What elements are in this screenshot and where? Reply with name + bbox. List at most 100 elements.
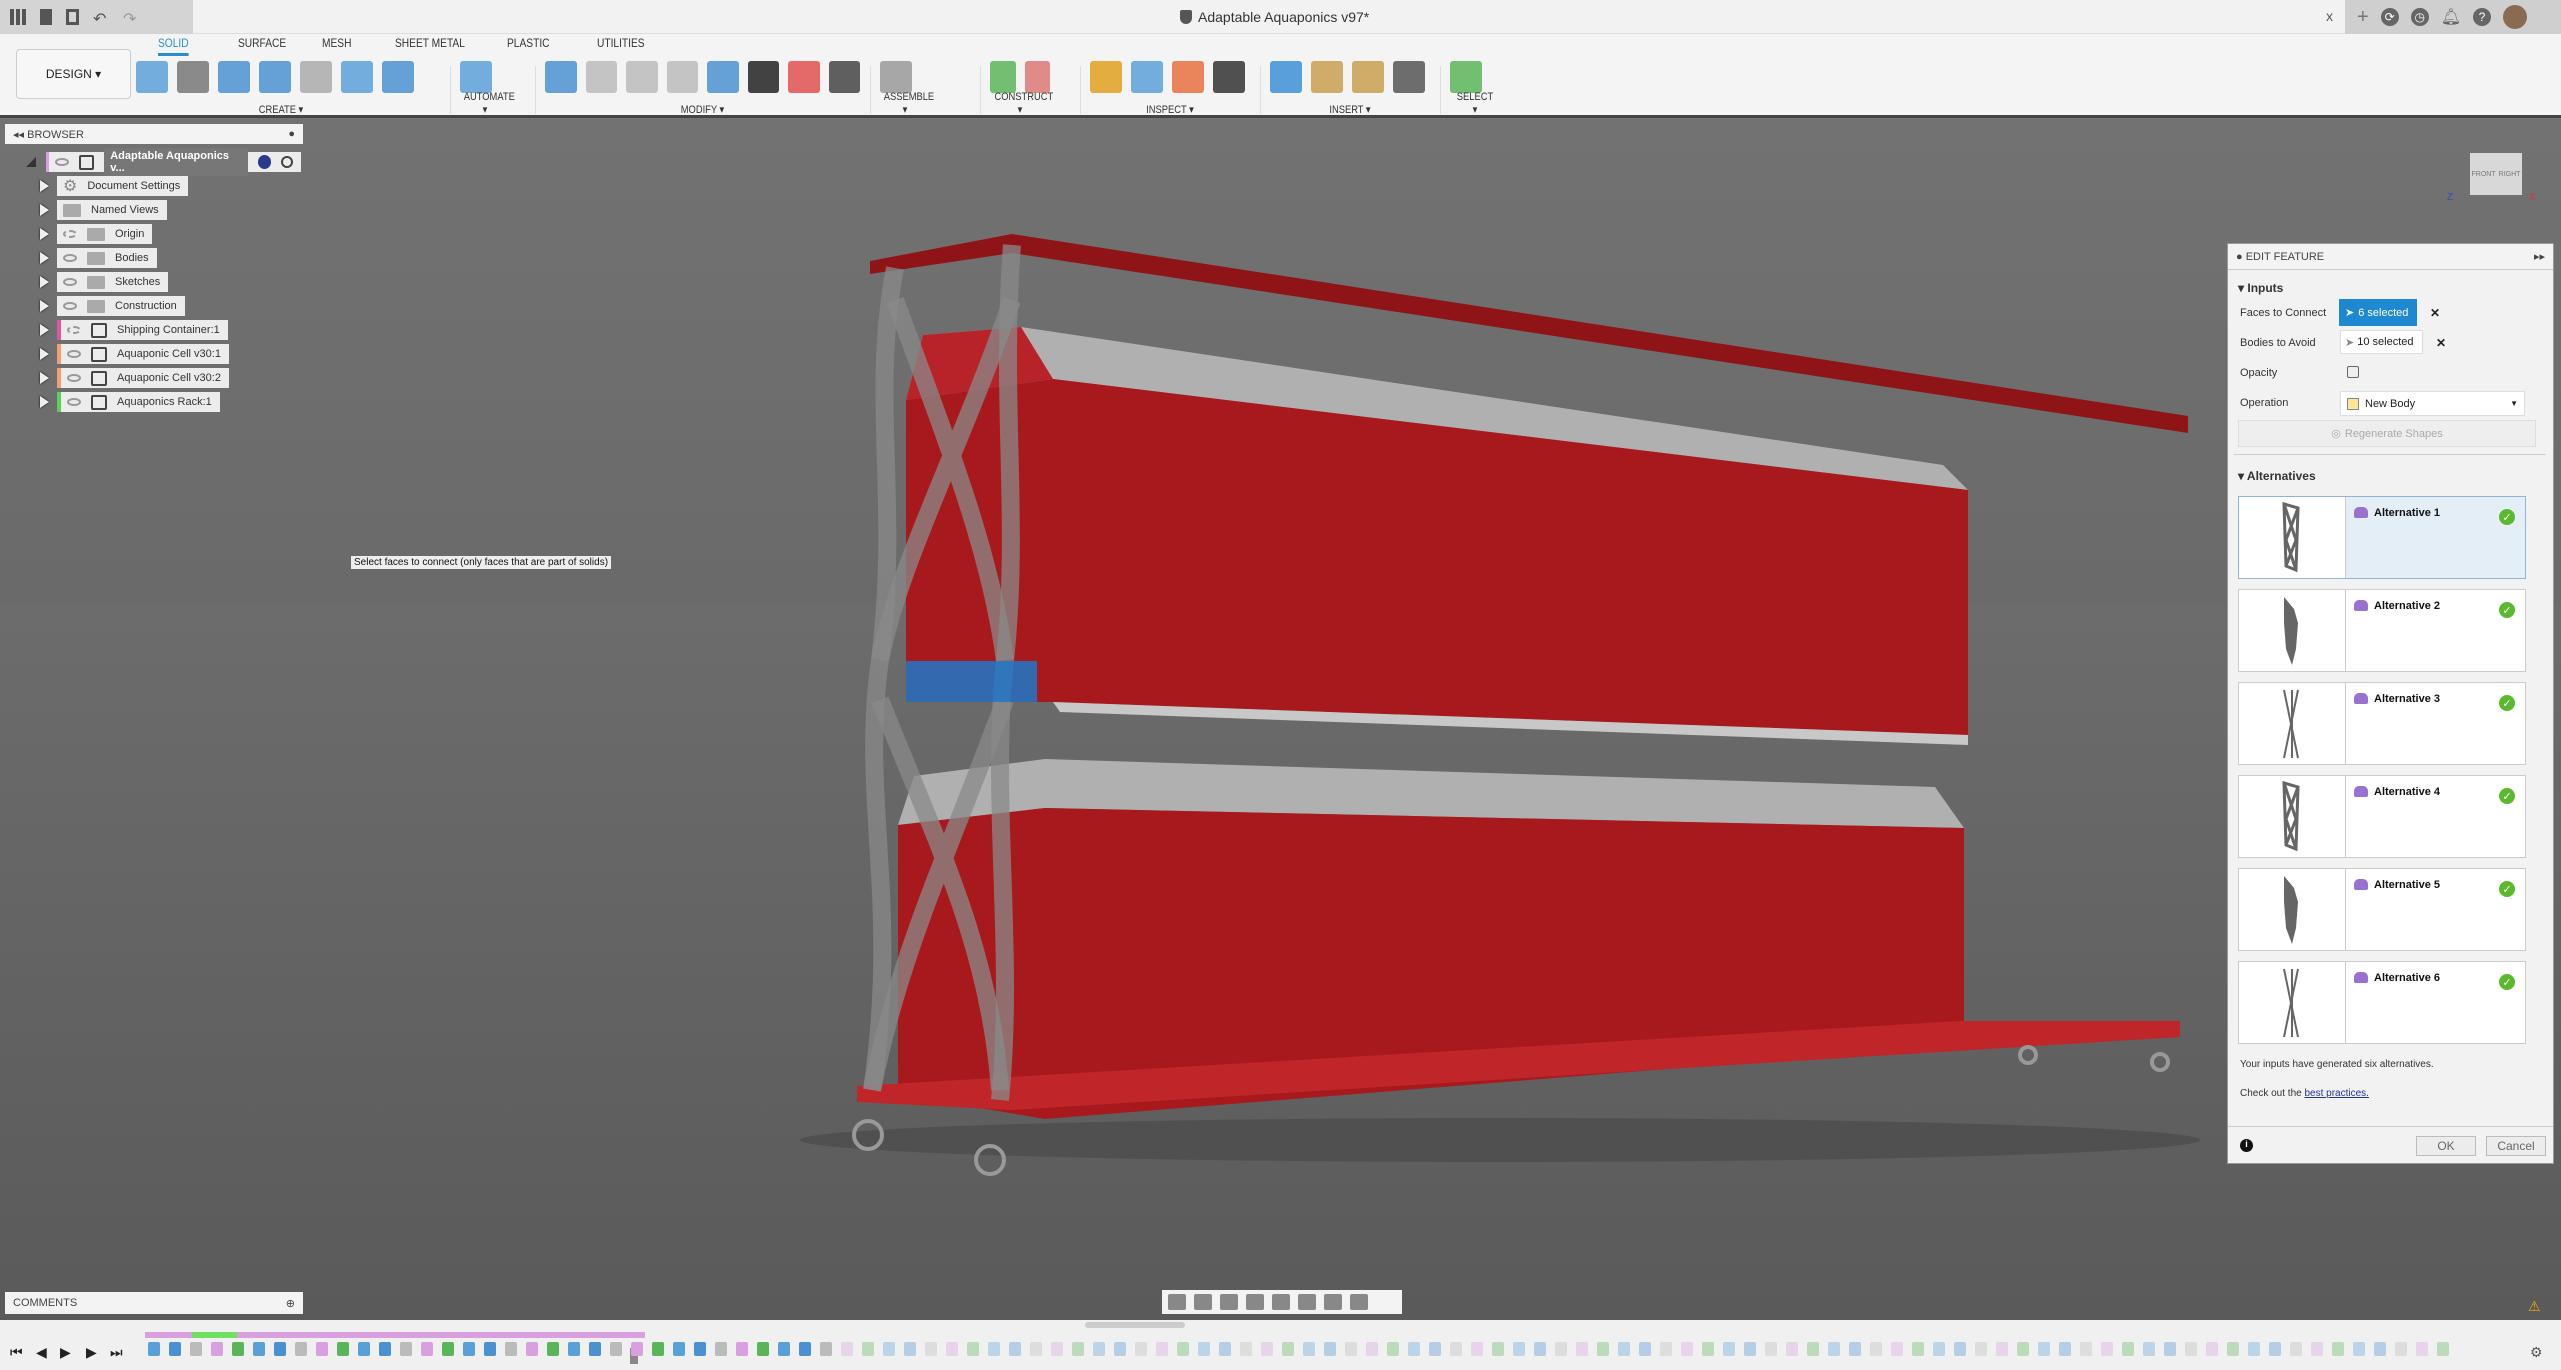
timeline-feature-icon[interactable] (1954, 1342, 1966, 1356)
notifications-icon[interactable]: 🔔︎ (2441, 7, 2461, 27)
eye-icon[interactable] (67, 350, 81, 358)
pattern-icon[interactable] (341, 61, 373, 93)
alternative-card[interactable]: Alternative 4 ✓ (2238, 775, 2526, 858)
timeline-feature-icon[interactable] (652, 1342, 664, 1356)
timeline-feature-icon[interactable] (1030, 1342, 1042, 1356)
alternative-card[interactable]: Alternative 2 ✓ (2238, 589, 2526, 672)
browser-item[interactable]: Origin (40, 224, 153, 244)
timeline-feature-icon[interactable] (1555, 1342, 1567, 1356)
add-tab-icon[interactable]: + (2357, 6, 2369, 29)
timeline-feature-icon[interactable] (2017, 1342, 2029, 1356)
timeline-feature-icon[interactable] (1093, 1342, 1105, 1356)
insert-image-icon[interactable] (1270, 61, 1302, 93)
group-label[interactable]: INSERT ▾ (1282, 103, 1418, 116)
expand-triangle-icon[interactable] (40, 228, 49, 240)
appearance-icon[interactable] (788, 61, 820, 93)
timeline-feature-icon[interactable] (463, 1342, 475, 1356)
timeline-feature-icon[interactable] (610, 1342, 622, 1356)
expand-triangle-icon[interactable] (40, 180, 49, 192)
curvature-analysis-icon[interactable] (1172, 61, 1204, 93)
eye-icon[interactable] (63, 278, 77, 286)
timeline-feature-icon[interactable] (589, 1342, 601, 1356)
timeline-feature-icon[interactable] (2122, 1342, 2134, 1356)
go-to-start-button[interactable]: ⏮ (10, 1344, 23, 1361)
timeline-feature-icon[interactable] (694, 1342, 706, 1356)
regenerate-shapes-button[interactable]: ◎ Regenerate Shapes (2238, 420, 2536, 447)
timeline-settings-icon[interactable]: ⚙ (2530, 1344, 2543, 1361)
expand-triangle-icon[interactable] (40, 276, 49, 288)
offset-plane-icon[interactable] (990, 61, 1016, 93)
timeline-feature-icon[interactable] (526, 1342, 538, 1356)
timeline-feature-icon[interactable] (169, 1342, 181, 1356)
viewcube-front-face[interactable]: FRONT (2472, 171, 2496, 178)
view-cube[interactable]: FRONT RIGHT Z X (2447, 148, 2536, 203)
timeline-feature-icon[interactable] (1849, 1342, 1861, 1356)
extrude-icon[interactable] (218, 61, 250, 93)
timeline-feature-icon[interactable] (232, 1342, 244, 1356)
timeline-feature-icon[interactable] (547, 1342, 559, 1356)
timeline-feature-icon[interactable] (1156, 1342, 1168, 1356)
faces-selection-button[interactable]: ➤ 6 selected (2339, 299, 2417, 326)
browser-item[interactable]: Aquaponics Rack:1 (40, 392, 220, 412)
operation-dropdown[interactable]: New Body ▼ (2340, 391, 2525, 416)
bodies-selection-button[interactable]: ➤ 10 selected (2340, 330, 2423, 354)
timeline-feature-icon[interactable] (925, 1342, 937, 1356)
browser-node[interactable]: Aquaponic Cell v30:2 (57, 368, 229, 388)
tab-plastic[interactable]: PLASTIC (507, 36, 550, 50)
viewports-icon[interactable] (1350, 1294, 1368, 1310)
tab-mesh[interactable]: MESH (322, 36, 351, 50)
timeline-feature-icon[interactable] (1660, 1342, 1672, 1356)
timeline-feature-icon[interactable] (1408, 1342, 1420, 1356)
eye-icon[interactable] (67, 374, 81, 382)
zebra-analysis-icon[interactable] (1213, 61, 1245, 93)
timeline-feature-icon[interactable] (484, 1342, 496, 1356)
timeline-feature-icon[interactable] (1492, 1342, 1504, 1356)
clear-bodies-button[interactable]: ✕ (2436, 336, 2446, 350)
alternative-card[interactable]: Alternative 1 ✓ (2238, 496, 2526, 579)
timeline-feature-icon[interactable] (799, 1342, 811, 1356)
insert-svg-icon[interactable] (1311, 61, 1343, 93)
browser-item[interactable]: Construction (40, 296, 185, 316)
fillet-icon[interactable] (585, 61, 617, 93)
timeline-feature-icon[interactable] (1513, 1342, 1525, 1356)
timeline-feature-icon[interactable] (1009, 1342, 1021, 1356)
timeline-feature-icon[interactable] (274, 1342, 286, 1356)
measure-icon[interactable] (1090, 61, 1122, 93)
timeline-feature-icon[interactable] (1765, 1342, 1777, 1356)
extensions-icon[interactable]: ⟳ (2380, 8, 2399, 26)
timeline-feature-icon[interactable] (2059, 1342, 2071, 1356)
insert-mesh-icon[interactable] (1352, 61, 1384, 93)
group-label[interactable]: SELECT ▾ (1454, 91, 1497, 116)
job-status-icon[interactable]: ◷ (2410, 8, 2429, 26)
pan-icon[interactable] (1220, 1294, 1238, 1310)
alternatives-section-toggle[interactable]: ▾ Alternatives (2238, 469, 2316, 483)
pin-icon[interactable]: ● (288, 128, 295, 140)
cancel-button[interactable]: Cancel (2486, 1136, 2546, 1156)
eye-icon[interactable] (63, 254, 77, 262)
opacity-checkbox[interactable] (2347, 366, 2359, 378)
timeline-feature-icon[interactable] (253, 1342, 265, 1356)
tab-sheet-metal[interactable]: SHEET METAL (395, 36, 465, 50)
timeline-feature-icon[interactable] (2080, 1342, 2092, 1356)
timeline-feature-icon[interactable] (1471, 1342, 1483, 1356)
3d-viewport[interactable]: FRONT RIGHT Z X (0, 118, 2561, 1320)
timeline-feature-icon[interactable] (2353, 1342, 2365, 1356)
timeline-feature-icon[interactable] (967, 1342, 979, 1356)
model-canvas[interactable] (0, 118, 2561, 1320)
timeline-feature-icon[interactable] (2038, 1342, 2050, 1356)
plane-at-angle-icon[interactable] (1024, 61, 1050, 93)
browser-node[interactable]: Sketches (57, 272, 169, 292)
undo-icon[interactable]: ↶ (93, 9, 109, 28)
eye-hidden-icon[interactable] (67, 326, 81, 334)
timeline-scrollbar[interactable] (1085, 1322, 1185, 1328)
timeline-feature-icon[interactable] (568, 1342, 580, 1356)
group-label[interactable]: AUTOMATE ▾ (464, 91, 515, 116)
browser-node[interactable]: Origin (57, 224, 153, 244)
timeline-feature-icon[interactable] (2164, 1342, 2176, 1356)
automated-modeling-icon[interactable] (460, 61, 492, 93)
grid-settings-icon[interactable] (1324, 1294, 1342, 1310)
browser-node[interactable]: Shipping Container:1 (57, 320, 228, 340)
timeline-feature-icon[interactable] (883, 1342, 895, 1356)
fit-icon[interactable] (1272, 1294, 1290, 1310)
timeline-feature-icon[interactable] (1681, 1342, 1693, 1356)
